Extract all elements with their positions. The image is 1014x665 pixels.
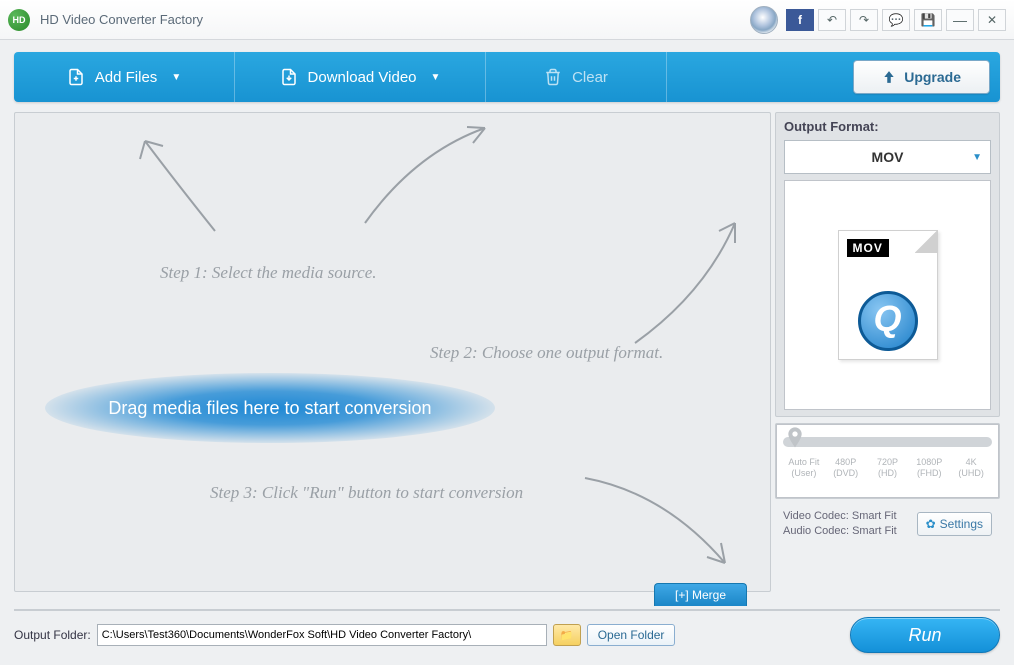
arrow-sketch [615, 203, 755, 353]
app-title: HD Video Converter Factory [40, 12, 750, 27]
open-folder-button[interactable]: Open Folder [587, 624, 676, 646]
resolution-option[interactable]: 480P(DVD) [825, 457, 867, 479]
format-preview: MOV [784, 180, 991, 410]
download-video-label: Download Video [308, 69, 417, 86]
minimize-button[interactable]: — [946, 9, 974, 31]
download-video-button[interactable]: Download Video ▼ [235, 52, 485, 102]
add-files-button[interactable]: Add Files ▼ [14, 52, 234, 102]
disc-icon[interactable] [750, 6, 778, 34]
upgrade-button[interactable]: Upgrade [853, 60, 990, 94]
mov-badge: MOV [847, 239, 889, 257]
chevron-down-icon: ▼ [431, 72, 441, 83]
chevron-down-icon: ▼ [972, 152, 982, 163]
output-folder-path[interactable] [97, 624, 547, 646]
resolution-option[interactable]: 4K(UHD) [950, 457, 992, 479]
quicktime-icon [858, 291, 918, 351]
settings-button[interactable]: Settings [917, 512, 992, 536]
add-files-label: Add Files [95, 69, 158, 86]
step3-text: Step 3: Click "Run" button to start conv… [210, 483, 523, 503]
trash-icon [544, 68, 562, 86]
step2-text: Step 2: Choose one output format. [430, 343, 663, 363]
clear-button[interactable]: Clear [486, 52, 666, 102]
download-icon [280, 68, 298, 86]
add-file-icon [67, 68, 85, 86]
upgrade-arrow-icon [882, 70, 896, 84]
format-selected: MOV [872, 149, 904, 165]
run-button[interactable]: Run [850, 617, 1000, 653]
browse-folder-button[interactable]: 📁 [553, 624, 581, 646]
resolution-slider[interactable]: Auto Fit(User)480P(DVD)720P(HD)1080P(FHD… [776, 424, 999, 498]
close-button[interactable]: ✕ [978, 9, 1006, 31]
slider-pin-icon[interactable] [787, 427, 803, 449]
save-icon[interactable]: 💾 [914, 9, 942, 31]
output-format-title: Output Format: [784, 119, 991, 134]
audio-codec-label: Audio Codec: Smart Fit [783, 524, 917, 539]
output-panel: Output Format: MOV ▼ MOV Auto Fit(User)4… [775, 112, 1000, 592]
resolution-option[interactable]: Auto Fit(User) [783, 457, 825, 479]
bottom-bar: [+] Merge Output Folder: 📁 Open Folder R… [0, 609, 1014, 665]
arrow-sketch [115, 121, 235, 241]
facebook-button[interactable]: f [786, 9, 814, 31]
merge-button[interactable]: [+] Merge [654, 583, 747, 606]
drop-hint[interactable]: Drag media files here to start conversio… [45, 373, 495, 443]
output-folder-label: Output Folder: [14, 628, 91, 642]
format-dropdown[interactable]: MOV ▼ [784, 140, 991, 174]
video-codec-label: Video Codec: Smart Fit [783, 509, 917, 524]
clear-label: Clear [572, 69, 608, 86]
drop-canvas[interactable]: Step 1: Select the media source. Step 2:… [14, 112, 771, 592]
chevron-down-icon: ▼ [171, 72, 181, 83]
arrow-sketch [345, 113, 505, 233]
resolution-option[interactable]: 1080P(FHD) [908, 457, 950, 479]
redo-icon[interactable]: ↷ [850, 9, 878, 31]
resolution-option[interactable]: 720P(HD) [867, 457, 909, 479]
feedback-icon[interactable]: 💬 [882, 9, 910, 31]
step1-text: Step 1: Select the media source. [160, 263, 377, 283]
main-toolbar: Add Files ▼ Download Video ▼ Clear Upgra… [14, 52, 1000, 102]
upgrade-label: Upgrade [904, 69, 961, 85]
app-logo: HD [8, 9, 30, 31]
titlebar: HD HD Video Converter Factory f ↶ ↷ 💬 💾 … [0, 0, 1014, 40]
arrow-sketch [575, 463, 745, 583]
undo-icon[interactable]: ↶ [818, 9, 846, 31]
mov-file-icon: MOV [838, 230, 938, 360]
